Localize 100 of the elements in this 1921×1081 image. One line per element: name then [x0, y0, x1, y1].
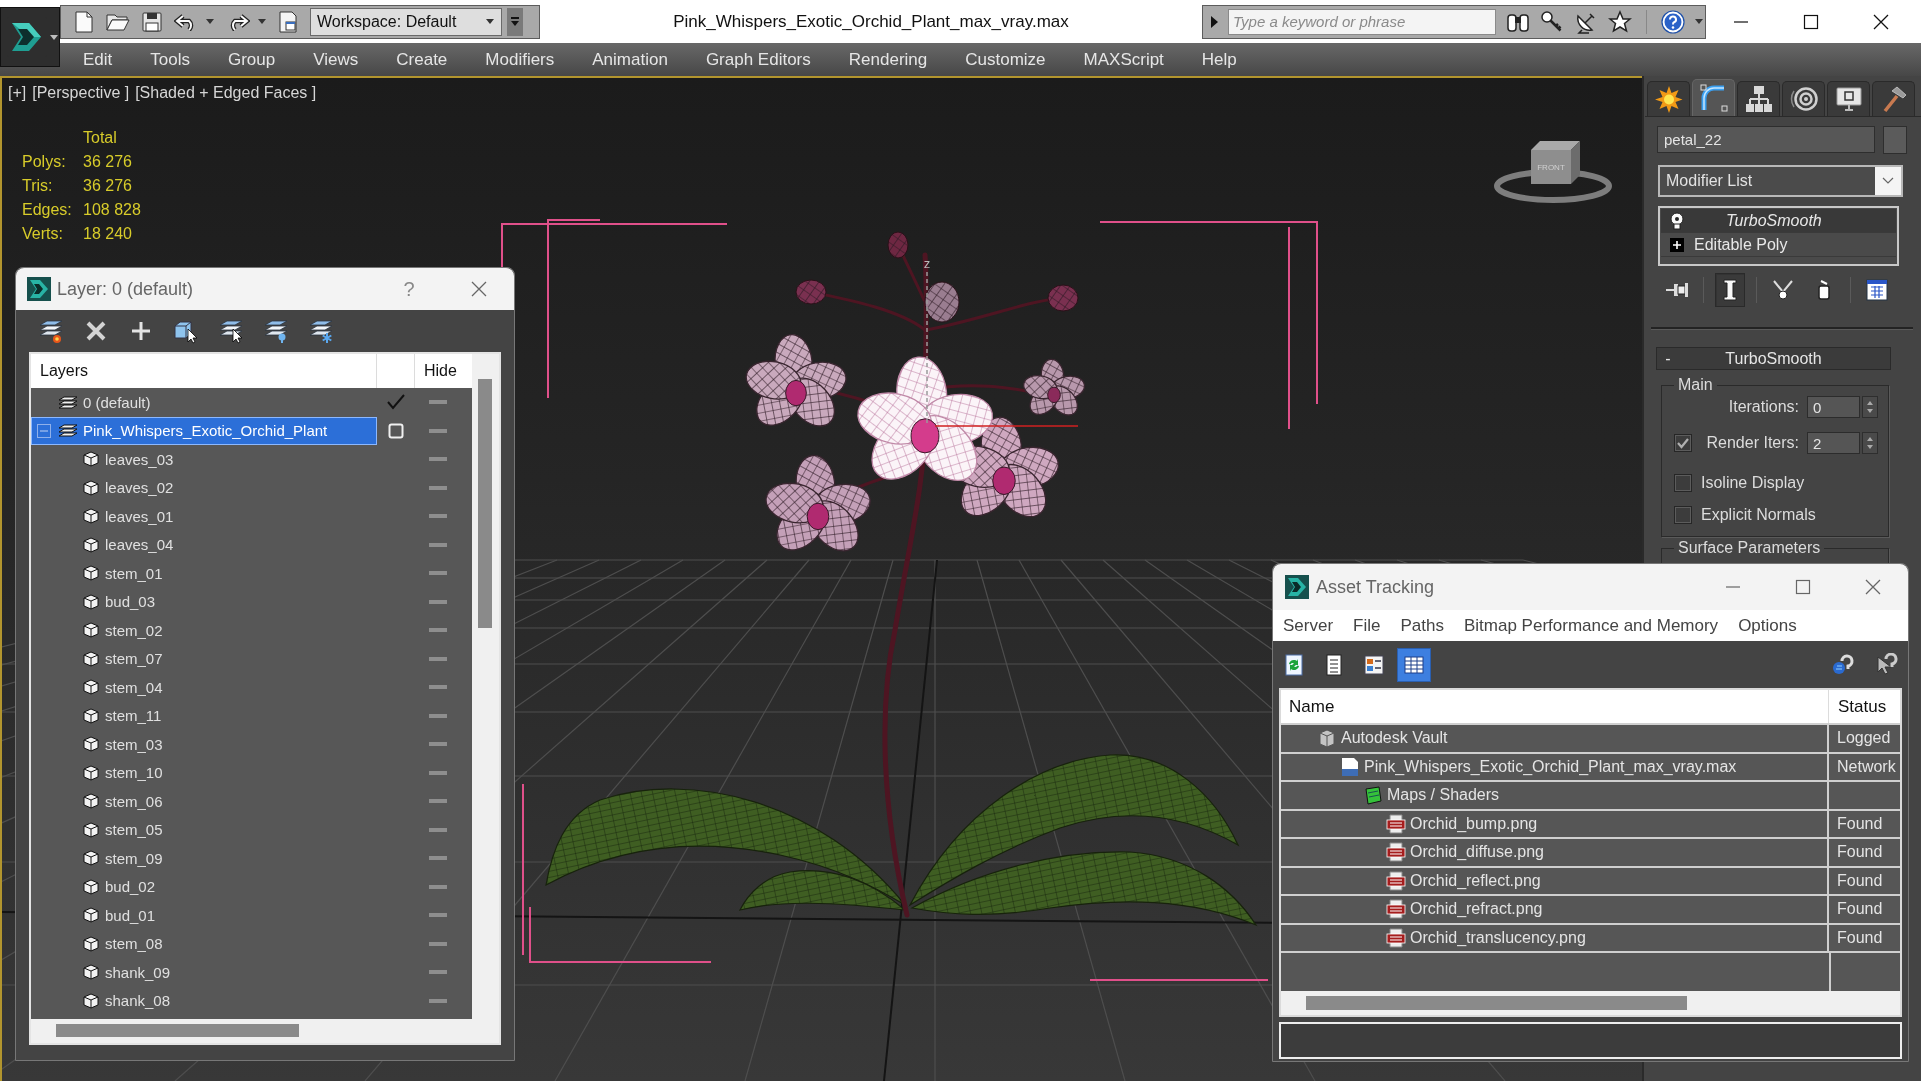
lightbulb-icon[interactable]	[1670, 211, 1684, 230]
asset-item[interactable]: Pink_Whispers_Exotic_Orchid_Plant_max_vray.max	[1281, 753, 1829, 780]
spinner-arrows-icon[interactable]	[1862, 396, 1878, 418]
column-header[interactable]: Status	[1838, 696, 1887, 717]
color-swatch-icon[interactable]	[1883, 126, 1907, 154]
viewport-label[interactable]: [Shaded + Edged Faces ]	[135, 84, 317, 102]
layer-item[interactable]: stem_03	[31, 730, 377, 759]
cube-cursor-icon[interactable]	[173, 318, 199, 344]
column-header[interactable]: Layers	[40, 362, 89, 380]
menu-item[interactable]: Create	[396, 49, 448, 70]
collapse-sign[interactable]: -	[1665, 349, 1671, 368]
layer-item[interactable]: stem_08	[31, 929, 377, 958]
path-field[interactable]	[1279, 1022, 1902, 1059]
command-tab[interactable]	[1782, 81, 1825, 116]
table-view-button[interactable]	[1397, 647, 1431, 682]
layer-item[interactable]: Pink_Whispers_Exotic_Orchid_Plant	[31, 416, 377, 445]
help-cursor-icon[interactable]	[1874, 652, 1898, 677]
maximize-icon[interactable]	[1803, 13, 1819, 30]
key-icon[interactable]	[1540, 9, 1564, 34]
layers-cursor-icon[interactable]	[218, 318, 244, 344]
layer-item[interactable]: stem_02	[31, 616, 377, 645]
menu-item[interactable]: Animation	[592, 49, 668, 70]
asset-item[interactable]: Autodesk Vault	[1281, 725, 1829, 752]
layer-item[interactable]: shank_09	[31, 958, 377, 987]
help-globe-icon[interactable]	[1830, 652, 1854, 677]
menu-item[interactable]: Tools	[150, 49, 190, 70]
checkbox-label[interactable]: Explicit Normals	[1701, 506, 1816, 524]
menu-item[interactable]: Options	[1738, 615, 1797, 636]
menu-item[interactable]: Bitmap Performance and Memory	[1463, 615, 1719, 636]
layers-pin-icon[interactable]	[263, 318, 289, 344]
layer-item[interactable]: leaves_01	[31, 502, 377, 531]
workspace-dropdown[interactable]: Workspace: Default	[310, 7, 502, 36]
menu-item[interactable]: Views	[313, 49, 359, 70]
command-tab[interactable]	[1737, 81, 1780, 116]
modifier-list-dropdown[interactable]: Modifier List	[1658, 165, 1903, 197]
menu-item[interactable]: Edit	[83, 49, 113, 70]
open-folder-icon[interactable]	[106, 11, 130, 32]
layer-item[interactable]: bud_02	[31, 872, 377, 901]
layer-item[interactable]: stem_05	[31, 815, 377, 844]
asset-item[interactable]: Maps / Shaders	[1281, 782, 1829, 809]
object-name-field[interactable]: petal_22	[1657, 126, 1875, 153]
column-header[interactable]: Hide	[424, 362, 457, 380]
layers-star-icon[interactable]	[38, 318, 64, 344]
layer-item[interactable]: 0 (default)	[31, 388, 377, 417]
scrollbar-thumb[interactable]	[1306, 996, 1687, 1010]
scrollbar-thumb[interactable]	[478, 379, 492, 628]
rollout-header[interactable]: - TurboSmooth	[1656, 347, 1891, 370]
asset-item[interactable]: Orchid_reflect.png	[1281, 867, 1829, 894]
layer-item[interactable]: stem_04	[31, 673, 377, 702]
plus-box-icon[interactable]	[1670, 237, 1684, 252]
show-end-result-button[interactable]	[1715, 273, 1745, 307]
menu-item[interactable]: MAXScript	[1083, 49, 1164, 70]
layer-item[interactable]: leaves_02	[31, 473, 377, 502]
checkbox-label[interactable]: Isoline Display	[1701, 474, 1805, 492]
layer-item[interactable]: bud_03	[31, 587, 377, 616]
viewport-label[interactable]: [+]	[8, 84, 27, 102]
layer-item[interactable]: stem_10	[31, 758, 377, 787]
gizmo-axis[interactable]	[926, 271, 1079, 427]
caret-icon[interactable]	[258, 19, 266, 24]
stack-item[interactable]: TurboSmooth	[1661, 209, 1896, 233]
menu-item[interactable]: Modifiers	[485, 49, 555, 70]
menu-item[interactable]: Paths	[1400, 615, 1444, 636]
layer-item[interactable]: stem_07	[31, 644, 377, 673]
checkbox[interactable]	[1674, 506, 1692, 524]
layer-item[interactable]: leaves_03	[31, 445, 377, 474]
checkbox[interactable]	[1674, 434, 1692, 452]
menu-item[interactable]: Graph Editors	[705, 49, 811, 70]
layer-item[interactable]: shank_08	[31, 986, 377, 1015]
viewport-label[interactable]: [Perspective ]	[32, 84, 130, 102]
layers-snowflake-icon[interactable]	[308, 318, 334, 344]
command-tab[interactable]	[1647, 81, 1690, 116]
asset-item[interactable]: Orchid_bump.png	[1281, 810, 1829, 837]
layer-item[interactable]: stem_11	[31, 701, 377, 730]
layer-item[interactable]: bud_01	[31, 901, 377, 930]
layer-item[interactable]: stem_09	[31, 844, 377, 873]
document-icon[interactable]	[278, 10, 298, 33]
checkmark-icon[interactable]	[387, 394, 405, 411]
caret-icon[interactable]	[206, 19, 214, 24]
menu-item[interactable]: Group	[228, 49, 276, 70]
help-button[interactable]: ?	[403, 277, 415, 301]
menu-item[interactable]: Help	[1201, 49, 1237, 70]
checkbox-icon[interactable]	[388, 422, 404, 439]
close-icon[interactable]	[1873, 13, 1889, 30]
checkbox[interactable]	[1674, 474, 1692, 492]
asset-item[interactable]: Orchid_translucency.png	[1281, 924, 1829, 951]
new-file-icon[interactable]	[74, 10, 94, 33]
spinner-field[interactable]: 2	[1807, 432, 1860, 454]
help-icon[interactable]	[1661, 9, 1685, 34]
arrow-right-icon[interactable]	[1210, 15, 1218, 28]
layer-item[interactable]: leaves_04	[31, 530, 377, 559]
menu-item[interactable]: Server	[1283, 615, 1334, 636]
application-button[interactable]	[0, 7, 60, 67]
column-header[interactable]: Name	[1289, 696, 1335, 717]
search-field[interactable]: Type a keyword or phrase	[1228, 8, 1496, 35]
menu-item[interactable]: Customize	[965, 49, 1046, 70]
asset-item[interactable]: Orchid_diffuse.png	[1281, 839, 1829, 866]
spinner-arrows-icon[interactable]	[1862, 432, 1878, 454]
asset-item[interactable]: Orchid_refract.png	[1281, 896, 1829, 923]
star-icon[interactable]	[1608, 9, 1632, 34]
horizontal-scrollbar[interactable]	[1281, 991, 1900, 1015]
